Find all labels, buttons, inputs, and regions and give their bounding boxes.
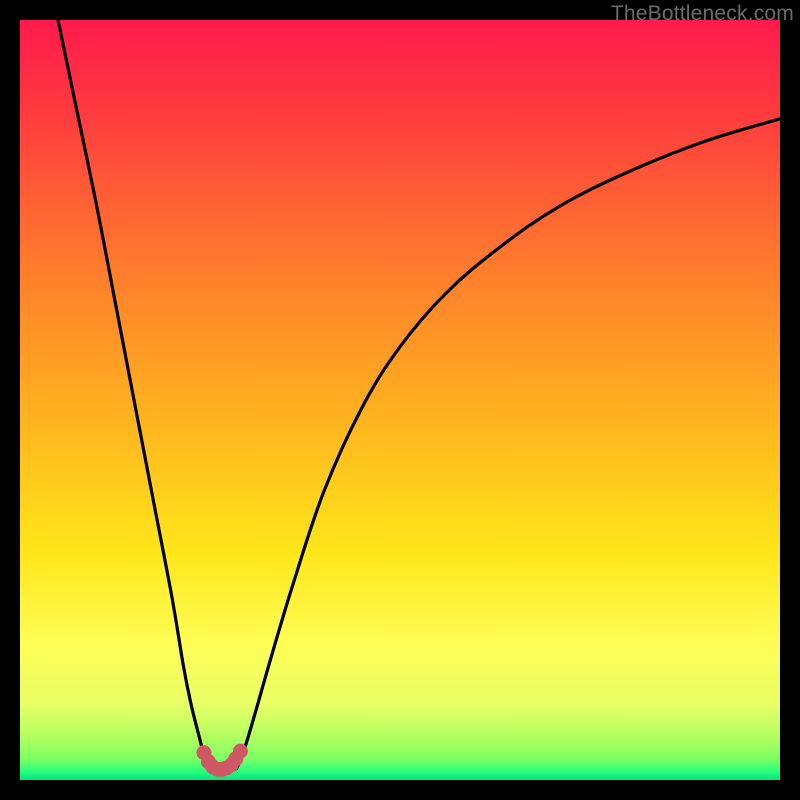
watermark-text: TheBottleneck.com: [611, 2, 794, 26]
marker-point: [233, 744, 248, 759]
plot-area: [20, 20, 780, 780]
chart-frame: [20, 20, 780, 780]
chart-svg: [20, 20, 780, 780]
